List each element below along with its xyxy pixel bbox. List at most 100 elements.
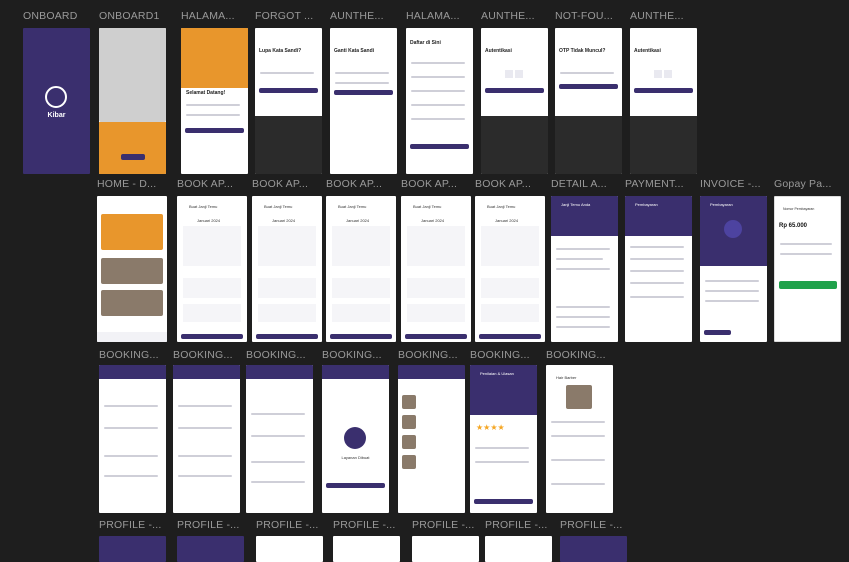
book5-continue[interactable]: [479, 334, 541, 339]
frame-book-2[interactable]: Buat Janji Temu Januari 2024: [252, 196, 322, 342]
frame-label-payment[interactable]: PAYMENT...: [625, 178, 693, 190]
forgot-title: Lupa Kata Sandi?: [259, 48, 302, 54]
auth-button[interactable]: [485, 88, 544, 93]
frame-label-book-5[interactable]: BOOK AP...: [475, 178, 543, 190]
detail-header: Janji Temu Anda: [561, 202, 591, 207]
frame-label-book-3[interactable]: BOOK AP...: [326, 178, 394, 190]
frame-booking-2[interactable]: [173, 365, 240, 513]
onboard-orange-panel: [99, 122, 166, 174]
frame-book-3[interactable]: Buat Janji Temu Januari 2024: [326, 196, 396, 342]
frame-register[interactable]: Daftar di Sini: [406, 28, 473, 174]
booking-success-button[interactable]: [326, 483, 385, 488]
frame-booking-6[interactable]: Penilaian & Ulasan ★★★★: [470, 365, 537, 513]
frame-label-onboard[interactable]: ONBOARD: [23, 10, 95, 22]
frame-auth-reset[interactable]: Ganti Kata Sandi: [330, 28, 397, 174]
register-button[interactable]: [410, 144, 469, 149]
frame-label-not-found[interactable]: NOT-FOU...: [555, 10, 623, 22]
auth-keypad: [481, 115, 548, 174]
book4-continue[interactable]: [405, 334, 467, 339]
frame-book-1[interactable]: Buat Janji Temu Januari 2024: [177, 196, 247, 342]
book4-header: Buat Janji Temu: [413, 204, 442, 209]
book1-header: Buat Janji Temu: [189, 204, 218, 209]
frame-label-profile-6[interactable]: PROFILE -...: [485, 519, 555, 531]
book3-calendar-month: Januari 2024: [346, 218, 370, 223]
frame-label-halaman-register[interactable]: HALAMA...: [406, 10, 474, 22]
frame-label-book-4[interactable]: BOOK AP...: [401, 178, 469, 190]
frame-profile-3[interactable]: [256, 536, 323, 562]
rating-submit[interactable]: [474, 499, 533, 504]
book5-calendar-month: Januari 2024: [495, 218, 519, 223]
otp-button[interactable]: [559, 84, 618, 89]
invoice-button[interactable]: [704, 330, 731, 335]
frame-label-forgot[interactable]: FORGOT ...: [255, 10, 323, 22]
frame-profile-5[interactable]: [412, 536, 479, 562]
login-button[interactable]: [185, 128, 244, 133]
frame-payment[interactable]: Pembayaran: [625, 196, 692, 342]
frame-label-booking-4[interactable]: BOOKING...: [322, 349, 392, 361]
invoice-check-icon: [724, 220, 742, 238]
frame-label-onboard1[interactable]: ONBOARD1: [99, 10, 171, 22]
frame-label-booking-5[interactable]: BOOKING...: [398, 349, 468, 361]
book3-header: Buat Janji Temu: [338, 204, 367, 209]
rating-stars[interactable]: ★★★★: [476, 423, 505, 432]
frame-not-found[interactable]: OTP Tidak Muncul?: [555, 28, 622, 174]
frame-profile-2[interactable]: [177, 536, 244, 562]
frame-profile-1[interactable]: [99, 536, 166, 562]
frame-label-profile-4[interactable]: PROFILE -...: [333, 519, 403, 531]
frame-auth-otp[interactable]: Autentikasi: [481, 28, 548, 174]
home-banner: [101, 214, 163, 250]
reset-button[interactable]: [334, 90, 393, 95]
frame-label-profile-1[interactable]: PROFILE -...: [99, 519, 169, 531]
frame-label-detail[interactable]: DETAIL A...: [551, 178, 619, 190]
frame-profile-7[interactable]: [560, 536, 627, 562]
frame-label-profile-7[interactable]: PROFILE -...: [560, 519, 630, 531]
auth3-title: Autentikasi: [634, 48, 661, 54]
frame-label-halaman-login[interactable]: HALAMA...: [181, 10, 249, 22]
frame-label-booking-2[interactable]: BOOKING...: [173, 349, 243, 361]
gopay-green-button[interactable]: [779, 281, 837, 289]
frame-booking-5[interactable]: [398, 365, 465, 513]
frame-label-gopay[interactable]: Gopay Pa...: [774, 178, 842, 190]
home-bottom-nav: [97, 332, 167, 342]
frame-onboard[interactable]: Kibar: [23, 28, 90, 174]
frame-label-booking-1[interactable]: BOOKING...: [99, 349, 169, 361]
kibar-logo-icon: [45, 86, 67, 108]
frame-home[interactable]: [97, 196, 167, 342]
frame-label-profile-3[interactable]: PROFILE -...: [256, 519, 326, 531]
frame-book-4[interactable]: Buat Janji Temu Januari 2024: [401, 196, 471, 342]
frame-label-profile-2[interactable]: PROFILE -...: [177, 519, 247, 531]
frame-gopay[interactable]: Nomor Pembayaran Rp 65.000: [774, 196, 841, 342]
frame-label-book-2[interactable]: BOOK AP...: [252, 178, 320, 190]
frame-label-auth-2[interactable]: AUNTHE...: [481, 10, 549, 22]
frame-onboard1[interactable]: [99, 28, 166, 174]
frame-invoice[interactable]: Pembayaran: [700, 196, 767, 342]
frame-label-home[interactable]: HOME - D...: [97, 178, 169, 190]
frame-detail[interactable]: Janji Temu Anda: [551, 196, 618, 342]
onboard-next-button[interactable]: [121, 154, 145, 160]
frame-booking-3[interactable]: [246, 365, 313, 513]
frame-label-profile-5[interactable]: PROFILE -...: [412, 519, 482, 531]
frame-label-auth-1[interactable]: AUNTHE...: [330, 10, 398, 22]
book1-continue[interactable]: [181, 334, 243, 339]
frame-label-booking-6[interactable]: BOOKING...: [470, 349, 540, 361]
book2-calendar-month: Januari 2024: [272, 218, 296, 223]
frame-booking-1[interactable]: [99, 365, 166, 513]
frame-label-auth-3[interactable]: AUNTHE...: [630, 10, 698, 22]
frame-booking-4[interactable]: Layanan Dibuat: [322, 365, 389, 513]
frame-halaman-login[interactable]: Selamat Datang!: [181, 28, 248, 174]
frame-forgot[interactable]: Lupa Kata Sandi?: [255, 28, 322, 174]
frame-label-book-1[interactable]: BOOK AP...: [177, 178, 245, 190]
book2-continue[interactable]: [256, 334, 318, 339]
frame-booking-7[interactable]: Hair Barber: [546, 365, 613, 513]
frame-label-invoice[interactable]: INVOICE -...: [700, 178, 768, 190]
frame-label-booking-7[interactable]: BOOKING...: [546, 349, 616, 361]
frame-profile-4[interactable]: [333, 536, 400, 562]
book3-continue[interactable]: [330, 334, 392, 339]
book2-header: Buat Janji Temu: [264, 204, 293, 209]
auth3-button[interactable]: [634, 88, 693, 93]
frame-auth-3[interactable]: Autentikasi: [630, 28, 697, 174]
frame-profile-6[interactable]: [485, 536, 552, 562]
frame-label-booking-3[interactable]: BOOKING...: [246, 349, 316, 361]
forgot-button[interactable]: [259, 88, 318, 93]
frame-book-5[interactable]: Buat Janji Temu Januari 2024: [475, 196, 545, 342]
